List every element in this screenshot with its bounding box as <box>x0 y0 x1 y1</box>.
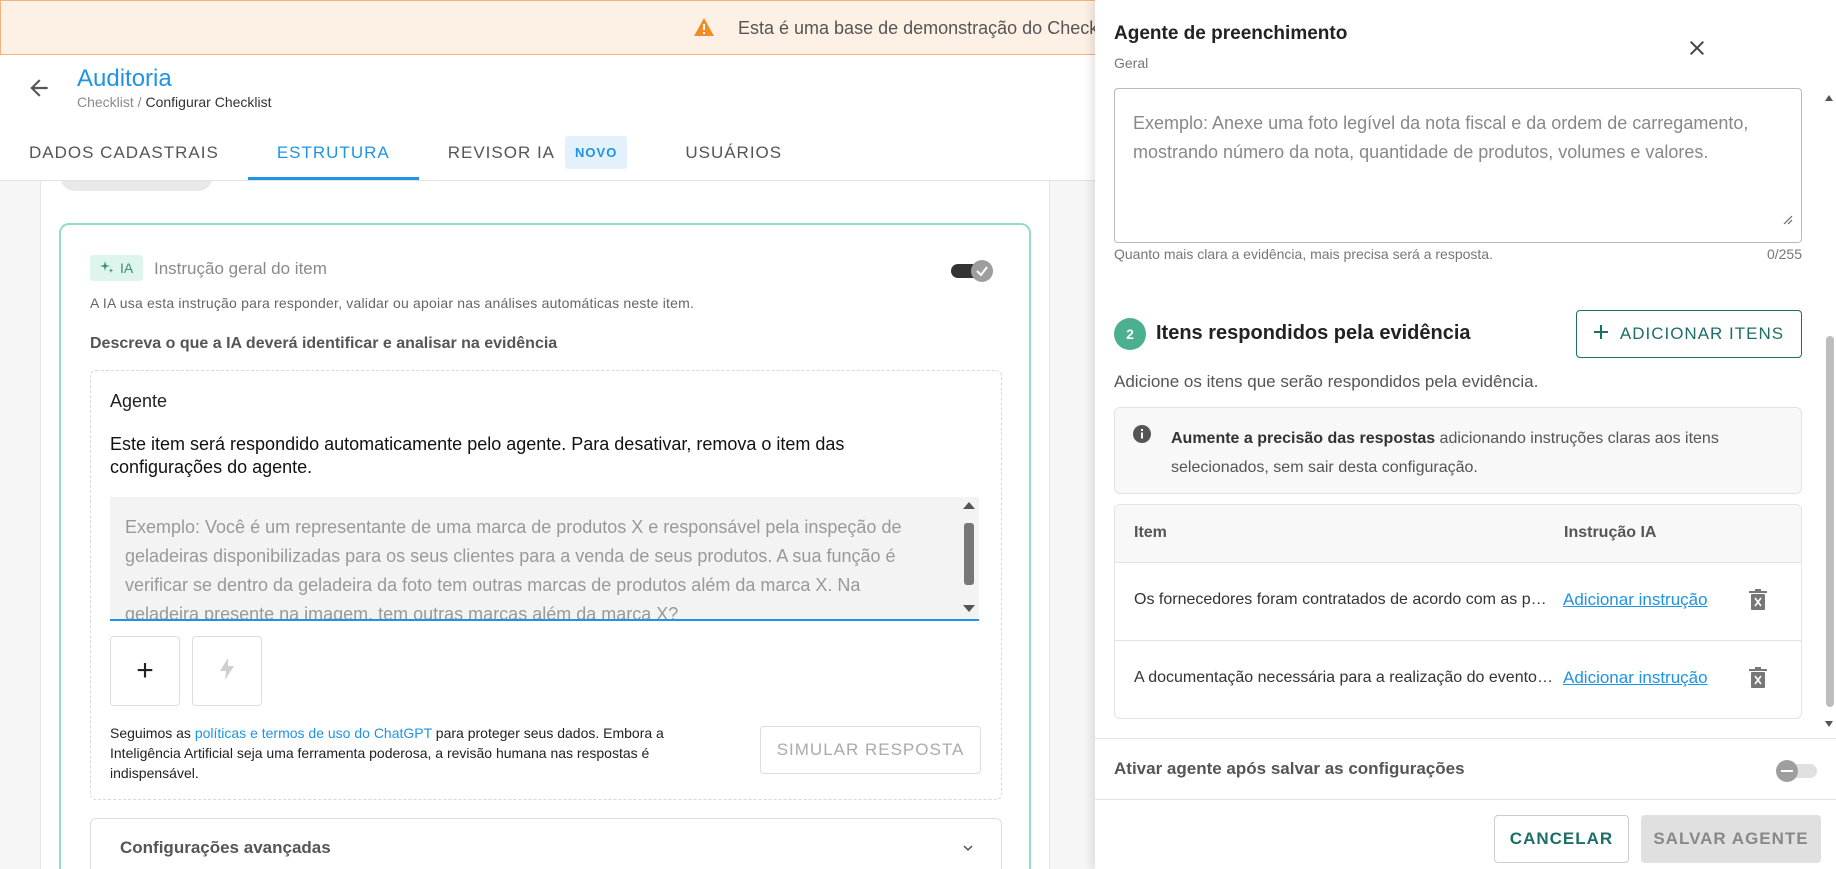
table-row: A documentação necessária para a realiza… <box>1115 641 1801 718</box>
add-button[interactable]: + <box>110 636 180 706</box>
advanced-settings-accordion[interactable]: Configurações avançadas <box>90 818 1002 869</box>
add-items-description: Adicione os itens que serão respondidos … <box>1114 372 1539 391</box>
prompt-placeholder: Exemplo: Você é um representante de uma … <box>125 517 902 621</box>
tab-label: REVISOR IA <box>447 142 556 162</box>
agent-text: Este item será respondido automaticament… <box>110 434 845 477</box>
tab-revisor-ia[interactable]: REVISOR IA NOVO <box>419 125 657 180</box>
page-header: Auditoria Checklist / Configurar Checkli… <box>0 55 1100 181</box>
resize-handle-icon[interactable] <box>1781 205 1793 234</box>
policy-link[interactable]: políticas e termos de uso do ChatGPT <box>195 725 432 741</box>
ia-badge-label: IA <box>120 260 134 276</box>
table-header: Item Instrução IA <box>1115 505 1801 563</box>
simulate-button[interactable]: SIMULAR RESPOSTA <box>760 726 981 774</box>
tab-usuarios[interactable]: USUÁRIOS <box>656 125 811 180</box>
info-icon <box>1132 424 1152 449</box>
policy-prefix: Seguimos as <box>110 725 195 741</box>
info-callout: Aumente a precisão das respostas adicion… <box>1114 407 1802 494</box>
table-row: Os fornecedores foram contratados de aco… <box>1115 563 1801 641</box>
policy-text: Seguimos as políticas e termos de uso do… <box>110 723 730 783</box>
ia-description: A IA usa esta instrução para responder, … <box>90 295 695 311</box>
delete-icon[interactable] <box>1749 589 1767 616</box>
activate-agent-row: Ativar agente após salvar as configuraçõ… <box>1095 738 1836 800</box>
drawer-subtitle: Geral <box>1114 55 1149 71</box>
ia-instruction-card: IA Instrução geral do item A IA usa esta… <box>59 223 1031 869</box>
ia-badge: IA <box>90 255 144 281</box>
chevron-down-icon <box>959 839 977 862</box>
activate-agent-label: Ativar agente após salvar as configuraçõ… <box>1114 759 1465 778</box>
tab-bar: DADOS CADASTRAIS ESTRUTURA REVISOR IA NOV… <box>0 125 811 180</box>
arrow-left-icon[interactable] <box>26 75 52 101</box>
new-badge: NOVO <box>565 136 628 169</box>
column-header-item: Item <box>1134 524 1167 541</box>
agent-drawer: Agente de preenchimento Geral Exemplo: A… <box>1095 0 1836 869</box>
add-instruction-link[interactable]: Adicionar instrução <box>1563 590 1708 610</box>
add-items-label: ADICIONAR ITENS <box>1619 324 1785 343</box>
breadcrumb-separator: / <box>133 94 146 110</box>
step-number-badge: 2 <box>1114 318 1146 350</box>
plus-icon: + <box>136 654 154 687</box>
breadcrumb: Checklist / Configurar Checklist <box>77 94 272 110</box>
prompt-scrollbar[interactable] <box>961 499 977 615</box>
sparkle-icon <box>100 260 114 277</box>
advanced-settings-label: Configurações avançadas <box>120 838 331 857</box>
ia-subtitle: Descreva o que a IA deverá identificar e… <box>90 335 558 352</box>
evidence-placeholder: Exemplo: Anexe uma foto legível da nota … <box>1133 113 1749 162</box>
generate-button[interactable] <box>192 636 262 706</box>
page-title: Auditoria <box>77 65 172 92</box>
drawer-scrollbar[interactable] <box>1824 93 1834 729</box>
prompt-textarea[interactable]: Exemplo: Você é um representante de uma … <box>110 497 979 621</box>
scrollbar-thumb[interactable] <box>1826 336 1834 707</box>
column-header-instruction: Instrução IA <box>1564 524 1657 541</box>
plus-icon <box>1593 324 1608 344</box>
banner-text: Esta é uma base de demonstração do Check… <box>738 18 1103 38</box>
breadcrumb-parent[interactable]: Checklist <box>77 94 134 110</box>
breadcrumb-current: Configurar Checklist <box>145 94 272 110</box>
tab-estrutura[interactable]: ESTRUTURA <box>247 125 419 180</box>
tab-label: DADOS CADASTRAIS <box>29 142 219 162</box>
bolt-icon <box>220 657 234 685</box>
item-text: Os fornecedores foram contratados de aco… <box>1134 591 1554 608</box>
item-text: A documentação necessária para a realiza… <box>1134 669 1554 686</box>
demo-banner: Esta é uma base de demonstração do Check… <box>0 0 1103 55</box>
ia-toggle[interactable] <box>951 258 995 284</box>
info-bold: Aumente a precisão das respostas <box>1171 430 1436 447</box>
placeholder-pill <box>60 181 213 191</box>
evidence-hint: Quanto mais clara a evidência, mais prec… <box>1114 246 1493 262</box>
activate-agent-toggle[interactable] <box>1775 759 1817 783</box>
close-icon[interactable] <box>1685 36 1709 60</box>
agent-instruction-box: Agente Este item será respondido automat… <box>90 370 1002 800</box>
warning-icon <box>693 17 715 42</box>
ia-title: Instrução geral do item <box>154 259 327 278</box>
info-text: Aumente a precisão das respostas adicion… <box>1171 424 1781 482</box>
drawer-scroll-area[interactable]: Exemplo: Anexe uma foto legível da nota … <box>1095 85 1836 735</box>
delete-icon[interactable] <box>1749 667 1767 694</box>
add-items-button[interactable]: ADICIONAR ITENS <box>1576 310 1802 358</box>
tab-dados-cadastrais[interactable]: DADOS CADASTRAIS <box>0 125 248 180</box>
tab-label: USUÁRIOS <box>685 142 783 162</box>
drawer-title: Agente de preenchimento <box>1114 23 1348 44</box>
evidence-char-count: 0/255 <box>1766 246 1802 262</box>
tab-label: ESTRUTURA <box>276 142 390 162</box>
main-content: IA Instrução geral do item A IA usa esta… <box>0 181 1100 869</box>
items-table: Item Instrução IA Os fornecedores foram … <box>1114 504 1802 719</box>
add-instruction-link[interactable]: Adicionar instrução <box>1563 668 1708 688</box>
cancel-button[interactable]: CANCELAR <box>1494 815 1629 863</box>
evidence-textarea[interactable]: Exemplo: Anexe uma foto legível da nota … <box>1114 88 1802 243</box>
save-agent-button[interactable]: SALVAR AGENTE <box>1641 815 1821 863</box>
agent-label: Agente <box>110 391 168 411</box>
step-title: Itens respondidos pela evidência <box>1156 322 1471 344</box>
